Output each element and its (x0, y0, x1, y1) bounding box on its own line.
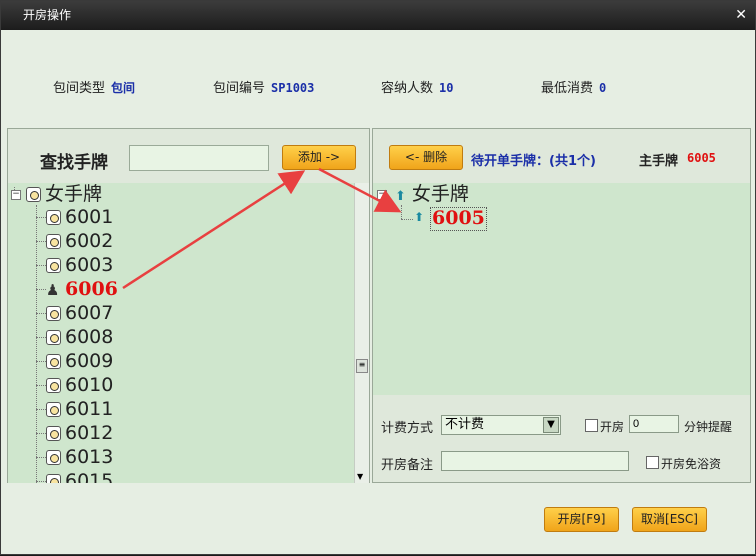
annotation-arrows (122, 167, 402, 290)
arrow-to-pending-tag (318, 167, 402, 213)
open-room-button[interactable]: 开房[F9] (544, 507, 619, 532)
cancel-button[interactable]: 取消[ESC] (632, 507, 707, 532)
arrow-to-add-button (122, 170, 306, 290)
open-room-dialog: 开房操作 ✕ 包间类型 包间 包间编号 SP1003 容纳人数 10 最低消费 0 查找… (0, 0, 756, 555)
